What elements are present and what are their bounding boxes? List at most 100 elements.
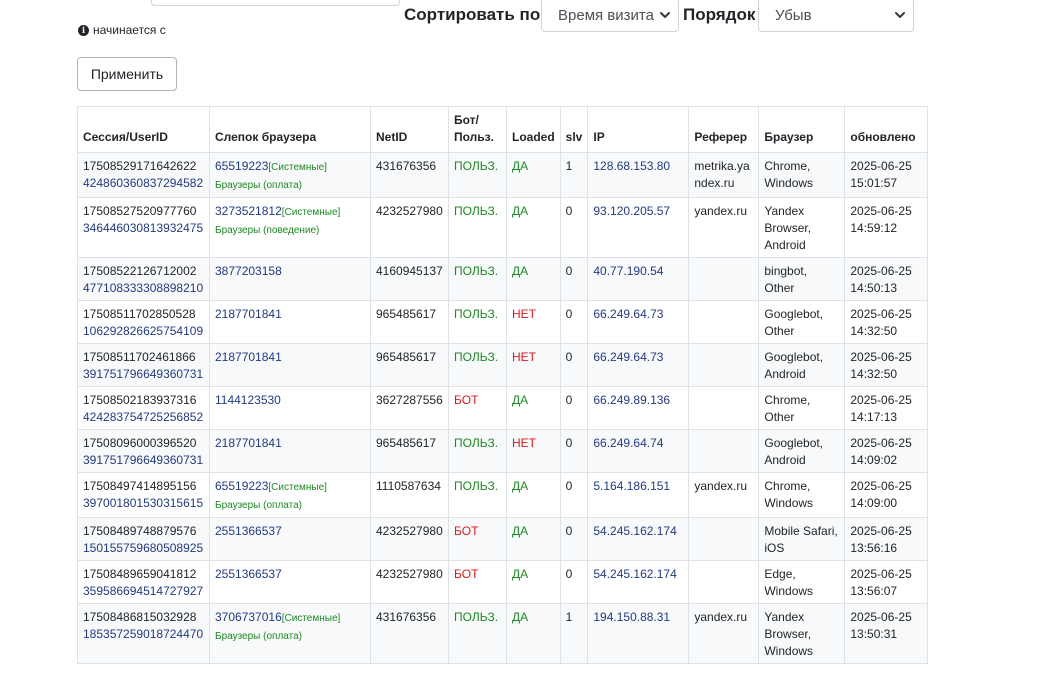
header-bot[interactable]: Бот/Польз.: [448, 106, 507, 153]
cell-bot-status: БОТ: [448, 386, 507, 430]
cell-slv: 0: [559, 429, 589, 473]
fingerprint-link[interactable]: 65519223: [215, 479, 268, 493]
fingerprint-link[interactable]: 2187701841: [215, 436, 282, 450]
user-id-link[interactable]: 346446030813932475: [83, 221, 203, 235]
header-ip[interactable]: IP: [587, 106, 690, 153]
cell-updated: 2025-06-25 14:17:13: [844, 386, 929, 430]
fingerprint-group: Браузеры (оплата): [215, 631, 302, 642]
cell-netid: 3627287556: [370, 386, 449, 430]
cell-netid: 4232527980: [370, 560, 449, 604]
user-id-link[interactable]: 106292826625754109: [83, 324, 203, 338]
browser-text: Googlebot,: [764, 436, 824, 450]
updated-time: 14:17:13: [850, 410, 898, 424]
fingerprint-link[interactable]: 2551366537: [215, 524, 282, 538]
header-slv[interactable]: slv: [559, 106, 589, 153]
cell-browser: Chrome, Windows: [758, 152, 846, 198]
cell-referer: [688, 429, 760, 473]
header-browser[interactable]: Браузер: [758, 106, 846, 153]
browser-text: Windows: [764, 584, 814, 598]
ip-link[interactable]: 5.164.186.151: [593, 479, 670, 493]
user-id-link[interactable]: 477108333308898210: [83, 281, 203, 295]
cell-slv: 1: [559, 152, 589, 198]
cell-updated: 2025-06-25 13:56:16: [844, 517, 929, 561]
ip-link[interactable]: 66.249.64.74: [593, 436, 663, 450]
ip-link[interactable]: 54.245.162.174: [593, 524, 676, 538]
cell-bot-status: ПОЛЬЗ.: [448, 472, 507, 518]
fingerprint-link[interactable]: 3273521812: [215, 204, 282, 218]
browser-text: Android: [764, 367, 806, 381]
cell-fingerprint: 2187701841: [209, 343, 371, 387]
cell-ip: 93.120.205.57: [587, 197, 690, 258]
info-icon: i: [78, 24, 89, 36]
browser-text: Chrome,: [764, 393, 811, 407]
fingerprint-link[interactable]: 2187701841: [215, 350, 282, 364]
ip-link[interactable]: 54.245.162.174: [593, 567, 676, 581]
cell-ip: 66.249.64.73: [587, 343, 690, 387]
fingerprint-link[interactable]: 3706737016: [215, 610, 282, 624]
user-id-link[interactable]: 424860360837294582: [83, 176, 203, 190]
ip-link[interactable]: 128.68.153.80: [593, 159, 670, 173]
order-select[interactable]: Убыв: [758, 0, 914, 32]
updated-date: 2025-06-25: [850, 159, 912, 173]
cell-netid: 4232527980: [370, 197, 449, 258]
cell-browser: Yandex Browser, Windows: [758, 603, 846, 664]
cell-session: 17508489659041812 359586694514727927: [77, 560, 210, 604]
fingerprint-tag: [Системные]: [281, 207, 341, 218]
ip-link[interactable]: 66.249.64.73: [593, 307, 663, 321]
ip-link[interactable]: 194.150.88.31: [593, 610, 670, 624]
cell-browser: Chrome, Windows: [758, 472, 846, 518]
user-id-link[interactable]: 359586694514727927: [83, 584, 203, 598]
cell-netid: 965485617: [370, 300, 449, 344]
sort-by-select[interactable]: Время визита: [541, 0, 679, 32]
ip-link[interactable]: 93.120.205.57: [593, 204, 670, 218]
cell-ip: 66.249.64.74: [587, 429, 690, 473]
user-id-link[interactable]: 397001801530315615: [83, 496, 203, 510]
session-id: 17508529171642622: [83, 159, 197, 173]
apply-button[interactable]: Применить: [77, 57, 177, 91]
session-id: 17508527520977760: [83, 204, 197, 218]
cell-slv: 1: [559, 603, 589, 664]
cell-netid: 431676356: [370, 152, 449, 198]
user-id-link[interactable]: 391751796649360731: [83, 367, 203, 381]
cell-slv: 0: [559, 560, 589, 604]
cell-browser: Chrome, Other: [758, 386, 846, 430]
fingerprint-link[interactable]: 2187701841: [215, 307, 282, 321]
browser-text: Other: [764, 324, 795, 338]
ip-link[interactable]: 66.249.64.73: [593, 350, 663, 364]
filter-input[interactable]: [151, 0, 400, 6]
header-session[interactable]: Сессия/UserID: [77, 106, 210, 153]
header-netid[interactable]: NetID: [370, 106, 449, 153]
fingerprint-link[interactable]: 2551366537: [215, 567, 282, 581]
user-id-link[interactable]: 391751796649360731: [83, 453, 203, 467]
header-loaded[interactable]: Loaded: [506, 106, 561, 153]
cell-browser: Googlebot, Other: [758, 300, 846, 344]
cell-referer: yandex.ru: [688, 472, 760, 518]
cell-browser: Googlebot, Android: [758, 429, 846, 473]
session-id: 17508486815032928: [83, 610, 197, 624]
fingerprint-link[interactable]: 1144123530: [215, 393, 281, 407]
table-row: 17508502183937316 424283754725256852 11441…: [77, 386, 929, 430]
session-id: 17508489659041812: [83, 567, 197, 581]
ip-link[interactable]: 66.249.89.136: [593, 393, 670, 407]
header-updated[interactable]: обновлено: [844, 106, 929, 153]
browser-text: iOS: [764, 541, 785, 555]
user-id-link[interactable]: 185357259018724470: [83, 627, 203, 641]
cell-netid: 4160945137: [370, 257, 449, 301]
cell-ip: 66.249.89.136: [587, 386, 690, 430]
header-fingerprint[interactable]: Слепок браузера: [209, 106, 371, 153]
user-id-link[interactable]: 424283754725256852: [83, 410, 203, 424]
fingerprint-link[interactable]: 65519223: [215, 159, 268, 173]
updated-time: 15:01:57: [850, 176, 898, 190]
updated-time: 13:50:31: [850, 627, 898, 641]
header-referer[interactable]: Реферер: [688, 106, 760, 153]
ip-link[interactable]: 40.77.190.54: [593, 264, 663, 278]
cell-fingerprint: 2187701841: [209, 300, 371, 344]
fingerprint-link[interactable]: 3877203158: [215, 264, 282, 278]
cell-fingerprint: 3273521812[Системные] Браузеры (поведение…: [209, 197, 371, 258]
user-id-link[interactable]: 150155759680508925: [83, 541, 203, 555]
cell-fingerprint: 2551366537: [209, 560, 371, 604]
cell-referer: yandex.ru: [688, 603, 760, 664]
cell-session: 17508486815032928 185357259018724470: [77, 603, 210, 664]
cell-fingerprint: 1144123530: [209, 386, 371, 430]
fingerprint-group: Браузеры (оплата): [215, 500, 302, 511]
